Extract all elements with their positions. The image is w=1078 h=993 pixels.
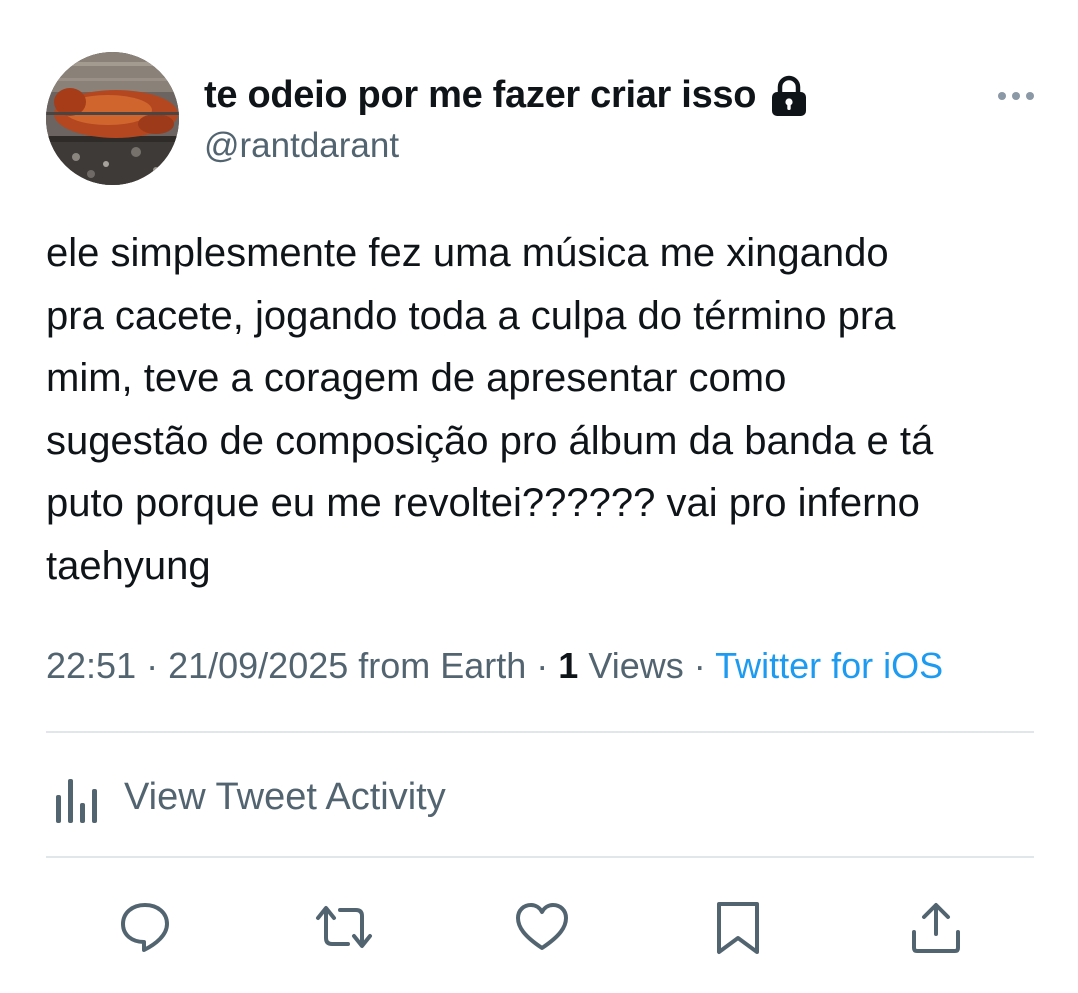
share-button[interactable]: [908, 900, 962, 954]
bar-chart-icon: [54, 769, 102, 825]
divider: [46, 856, 1034, 858]
tweet-meta: 22:51 · 21/09/2025 from Earth · 1 Views …: [46, 645, 943, 687]
tweet-text-line: pra cacete, jogando toda a culpa do térm…: [46, 293, 896, 338]
source-link[interactable]: Twitter for iOS: [715, 645, 943, 686]
tweet-text: ele simplesmente fez uma música me xinga…: [46, 222, 1046, 597]
divider: [46, 731, 1034, 733]
tweet-timestamp[interactable]: 22:51 · 21/09/2025 from Earth ·: [46, 645, 558, 686]
tweet-text-line: taehyung: [46, 543, 211, 588]
display-name[interactable]: te odeio por me fazer criar isso: [204, 74, 808, 117]
bookmark-icon: [717, 902, 759, 954]
user-handle[interactable]: @rantdarant: [204, 126, 399, 166]
heart-icon: [516, 903, 568, 950]
share-icon: [912, 903, 960, 953]
retweet-icon: [316, 906, 372, 948]
avatar[interactable]: [46, 52, 179, 185]
retweet-button[interactable]: [314, 900, 372, 954]
like-button[interactable]: [514, 900, 568, 954]
lock-icon: [770, 75, 808, 117]
tweet-text-line: mim, teve a coragem de apresentar como: [46, 356, 787, 400]
view-tweet-activity-label: View Tweet Activity: [124, 775, 446, 818]
tweet-text-line: puto porque eu me revoltei?????? vai pro…: [46, 481, 920, 525]
bookmark-button[interactable]: [713, 900, 767, 954]
ellipsis-icon[interactable]: [996, 84, 1038, 108]
reply-button[interactable]: [118, 900, 172, 954]
reply-icon: [121, 903, 169, 952]
tweet-text-line: ele simplesmente fez uma música me xinga…: [46, 231, 889, 275]
view-tweet-activity-button[interactable]: View Tweet Activity: [46, 762, 1034, 832]
views-label: Views ·: [578, 645, 716, 686]
display-name-text: te odeio por me fazer criar isso: [204, 74, 757, 116]
views-count: 1: [558, 645, 579, 686]
tweet-text-line: sugestão de composição pro álbum da band…: [46, 418, 934, 463]
roast-pig-photo: [46, 52, 179, 185]
